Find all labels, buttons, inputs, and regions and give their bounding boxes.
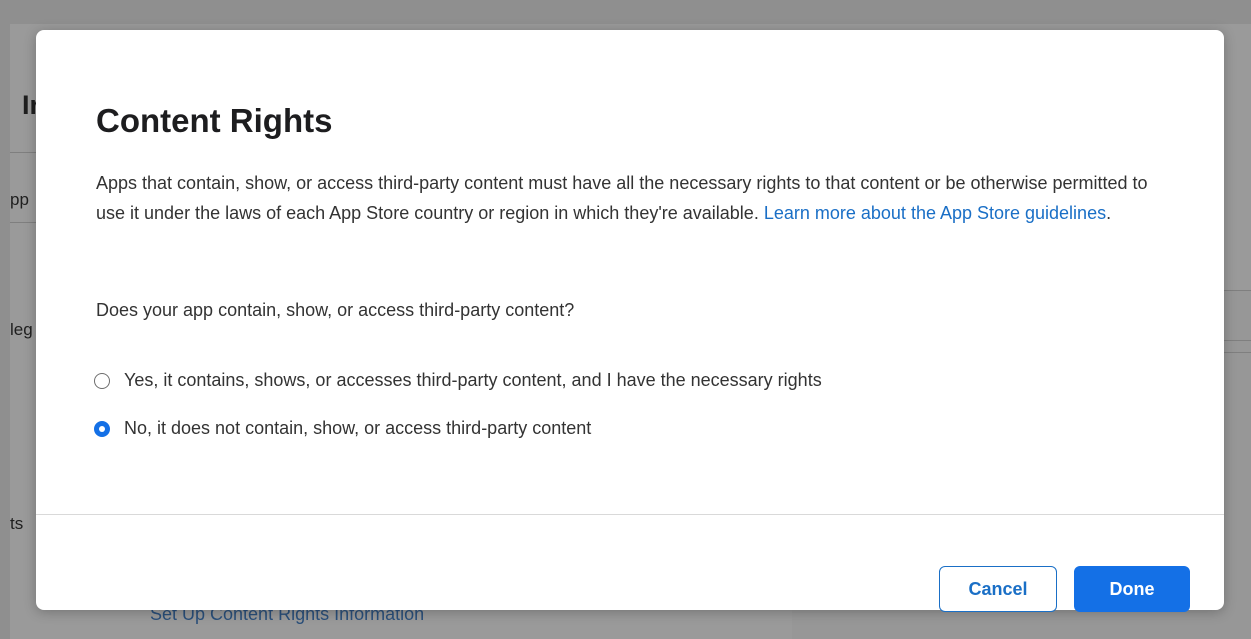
cancel-button[interactable]: Cancel <box>939 566 1057 612</box>
done-button[interactable]: Done <box>1074 566 1190 612</box>
radio-yes[interactable] <box>94 372 110 389</box>
option-yes-label: Yes, it contains, shows, or accesses thi… <box>124 370 822 390</box>
screen: Ir pp leg ts Set Up Content Rights Infor… <box>0 0 1251 639</box>
dialog-title: Content Rights <box>96 102 333 139</box>
background-row-label: ts <box>10 514 24 533</box>
description-suffix: . <box>1106 203 1112 223</box>
content-rights-dialog: Content Rights Apps that contain, show, … <box>36 30 1224 612</box>
background-row-label: pp <box>10 190 29 209</box>
dialog-description: Apps that contain, show, or access third… <box>96 168 1156 228</box>
third-party-question: Does your app contain, show, or access t… <box>96 300 575 320</box>
app-store-guidelines-link[interactable]: Learn more about the App Store guideline… <box>764 203 1106 223</box>
option-no-label: No, it does not contain, show, or access… <box>124 418 592 438</box>
radio-no[interactable] <box>94 420 110 437</box>
background-row-label: leg <box>10 320 33 339</box>
option-yes[interactable]: Yes, it contains, shows, or accesses thi… <box>94 370 822 391</box>
option-no[interactable]: No, it does not contain, show, or access… <box>94 418 591 439</box>
footer-divider <box>36 514 1224 515</box>
